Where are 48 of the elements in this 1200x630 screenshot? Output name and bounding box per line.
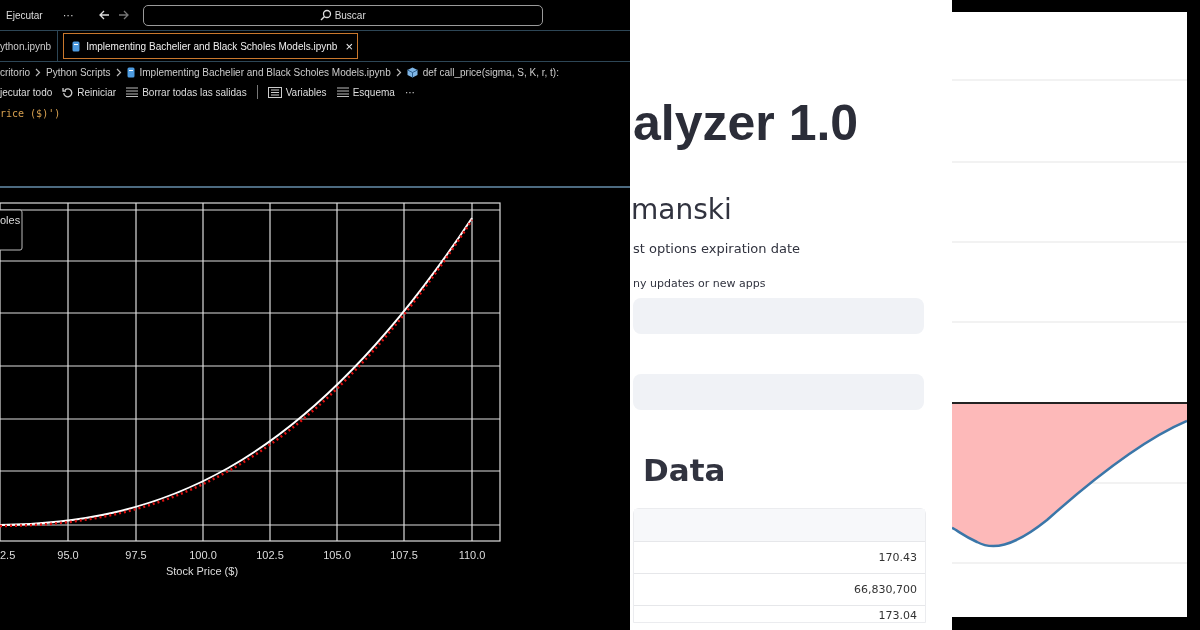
toolbar-button[interactable]: Variables (267, 86, 327, 98)
tick-label: 107.5 (390, 549, 418, 561)
toolbar-button[interactable]: Borrar todas las salidas (126, 86, 247, 98)
breadcrumb-item[interactable]: critorio (0, 66, 30, 78)
toolbar-button[interactable]: Reiniciar (62, 86, 117, 98)
tick-label: 110.0 (458, 549, 486, 561)
chevron-icon (395, 67, 402, 77)
axis-label: Stock Price ($) (165, 565, 239, 577)
back-arrow-icon[interactable] (98, 10, 110, 20)
close-icon[interactable]: × (345, 38, 353, 54)
search-field[interactable]: Buscar (142, 4, 543, 26)
legend-box: oles (0, 209, 23, 251)
tick-label: 2.5 (0, 549, 16, 561)
file-icon (126, 66, 135, 78)
app-title: alyzer 1.0 (633, 94, 860, 153)
description-text: st options expiration date (633, 240, 801, 258)
breadcrumb-item[interactable]: Implementing Bachelier and Black Scholes Models.ipynb (139, 66, 391, 78)
list-icon (336, 87, 349, 97)
chevron-icon (35, 67, 41, 77)
breadcrumb-item[interactable]: Python Scripts (46, 66, 111, 78)
more-button[interactable]: ··· (404, 86, 415, 98)
toolbar-button[interactable]: Esquema (336, 86, 395, 98)
table-cell: 66,830,700 (854, 583, 917, 596)
restart-icon (62, 86, 74, 98)
breadcrumb-item[interactable]: def call_price(sigma, S, K, r, t): (422, 66, 559, 78)
tick-label: 95.0 (57, 549, 79, 561)
forward-arrow-icon[interactable] (117, 10, 129, 20)
search-icon (319, 9, 332, 21)
table-cell: 170.43 (878, 551, 917, 564)
tick-label: 100.0 (189, 549, 217, 561)
section-heading: Data (643, 451, 727, 490)
run-menu[interactable]: Ejecutar (6, 9, 43, 21)
cube-icon (406, 66, 418, 78)
editor-tab[interactable]: ython.ipynb (0, 31, 59, 61)
chevron-icon (115, 67, 122, 77)
file-icon (72, 40, 81, 52)
code-line: rice ($)') (0, 108, 62, 121)
table-cell: 173.04 (878, 609, 917, 622)
clear-list-icon (126, 87, 139, 97)
more-button[interactable]: ··· (62, 9, 74, 21)
tick-label: 97.5 (125, 549, 147, 561)
editor-tab[interactable]: Implementing Bachelier and Black Scholes Models.ipynb × (63, 33, 358, 59)
tick-label: 105.0 (323, 549, 351, 561)
note-text: ny updates or new apps (633, 276, 767, 292)
author-heading: manski (631, 192, 733, 228)
toolbar-button[interactable]: jecutar todo (0, 86, 53, 98)
variables-icon (267, 86, 282, 98)
tick-label: 102.5 (256, 549, 284, 561)
